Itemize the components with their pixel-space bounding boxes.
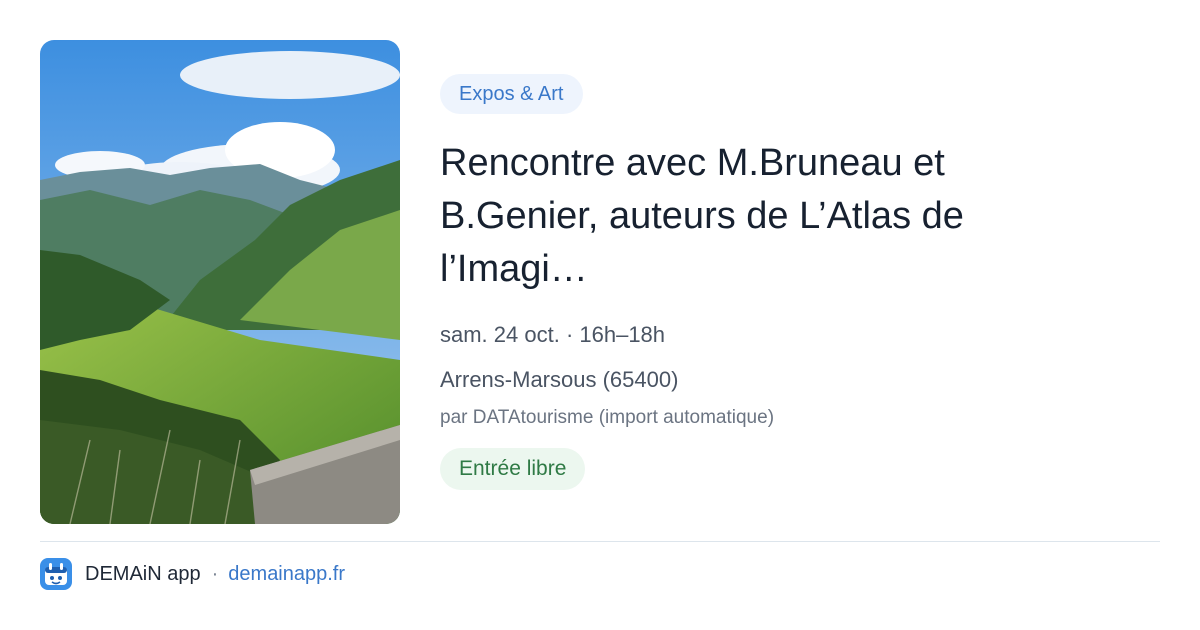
footer: DEMAiN app · demainapp.fr [40, 558, 345, 590]
event-date: sam. 24 oct. · 16h–18h [440, 322, 666, 347]
event-image[interactable] [40, 40, 400, 524]
footer-divider [40, 541, 1160, 542]
app-name: DEMAiN app [85, 562, 201, 585]
event-details: Expos & Art Rencontre avec M.Bruneau et … [440, 74, 1160, 490]
footer-separator: · [211, 562, 219, 585]
mountain-valley-photo [40, 40, 400, 524]
category-badge[interactable]: Expos & Art [440, 74, 583, 114]
demain-app-logo-icon [40, 558, 72, 590]
event-source: par DATAtourisme (import automatique) [440, 407, 775, 428]
event-location: Arrens-Marsous (65400) [440, 367, 679, 392]
event-title[interactable]: Rencontre avec M.Bruneau et B.Genier, au… [440, 137, 1100, 296]
app-website-link[interactable]: demainapp.fr [228, 563, 345, 586]
price-badge: Entrée libre [440, 448, 586, 490]
